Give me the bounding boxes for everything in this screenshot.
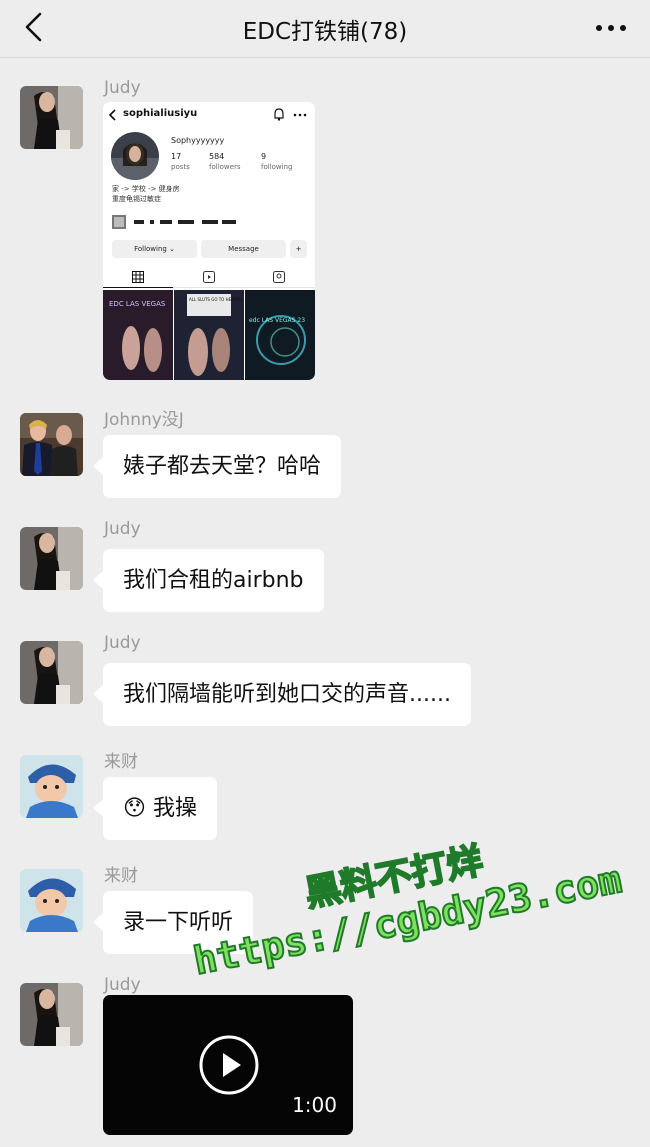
ig-bio: 家 -> 学校 -> 健身房 重度龟锡过敏症: [112, 185, 180, 203]
more-options-icon[interactable]: [594, 14, 628, 42]
avatar-judy[interactable]: [20, 86, 83, 149]
ig-redacted-link: [112, 215, 236, 229]
avatar-laicai[interactable]: [20, 755, 83, 818]
ig-username: sophialiusiyu: [123, 108, 198, 119]
ig-post-overlay-1: EDC LAS VEGAS: [109, 300, 166, 308]
avatar-johnny[interactable]: [20, 413, 83, 476]
ig-post-grid: EDC LAS VEGAS ALL SLUTS GO TO HEAVEN edc…: [103, 290, 315, 380]
ig-tagged-icon: [273, 271, 285, 283]
message-bubble[interactable]: 婊子都去天堂？哈哈: [92, 435, 342, 498]
message-bubble[interactable]: 😯 我操: [93, 777, 217, 840]
ig-message-button: Message: [201, 240, 286, 258]
astonished-face-icon: 😯: [123, 796, 146, 821]
watermark-line1: 黑料不打烊: [301, 839, 488, 916]
message-bubble[interactable]: 我们合租的airbnb: [93, 549, 324, 612]
ig-post-overlay-2: ALL SLUTS GO TO HEAVEN: [189, 297, 242, 302]
ig-profile-picture: [111, 132, 159, 180]
ig-more-icon: [293, 113, 307, 117]
sender-name: Judy: [104, 519, 141, 539]
ig-grid-icon: [132, 271, 144, 283]
ig-stat-following: 9 following: [261, 152, 293, 171]
avatar-judy[interactable]: [20, 641, 83, 704]
ig-post-overlay-3: edc LAS VEGAS 23: [249, 317, 305, 324]
ig-following-button: Following ⌄: [112, 240, 197, 258]
sender-name: Judy: [104, 633, 141, 653]
message-bubble[interactable]: 录一下听听: [92, 891, 254, 954]
ig-back-icon: [108, 109, 116, 121]
video-message[interactable]: 1:00: [103, 995, 353, 1135]
chat-title: EDC打铁铺(78): [242, 19, 408, 45]
sender-name: Judy: [104, 975, 141, 995]
play-icon[interactable]: [199, 1035, 259, 1095]
sender-name: Judy: [104, 78, 141, 98]
ig-reels-icon: [203, 271, 215, 283]
watermark-line2: https://cgbdy23.com: [189, 856, 626, 984]
chat-header: EDC打铁铺(78): [0, 0, 650, 58]
sender-name: Johnny没J: [104, 410, 184, 430]
avatar-judy[interactable]: [20, 527, 83, 590]
ig-topbar: sophialiusiyu: [103, 102, 315, 128]
ig-add-person-icon: +: [290, 240, 307, 258]
ig-stat-posts: 17 posts: [171, 152, 190, 171]
sender-name: 来财: [104, 752, 138, 772]
sender-name: 来财: [104, 866, 138, 886]
ig-tabs: [103, 266, 315, 288]
message-bubble[interactable]: 我们隔墙能听到她口交的声音......: [93, 663, 471, 726]
avatar-laicai[interactable]: [20, 869, 83, 932]
ig-bell-icon: [274, 108, 284, 121]
avatar-judy[interactable]: [20, 983, 83, 1046]
instagram-screenshot-image[interactable]: sophialiusiyu Sophyyyyyyy 17 posts 584 f…: [103, 102, 315, 380]
ig-stat-followers: 584 followers: [209, 152, 241, 171]
video-duration: 1:00: [292, 1093, 337, 1117]
ig-display-name: Sophyyyyyyy: [171, 136, 225, 145]
message-text: 我操: [152, 796, 197, 821]
